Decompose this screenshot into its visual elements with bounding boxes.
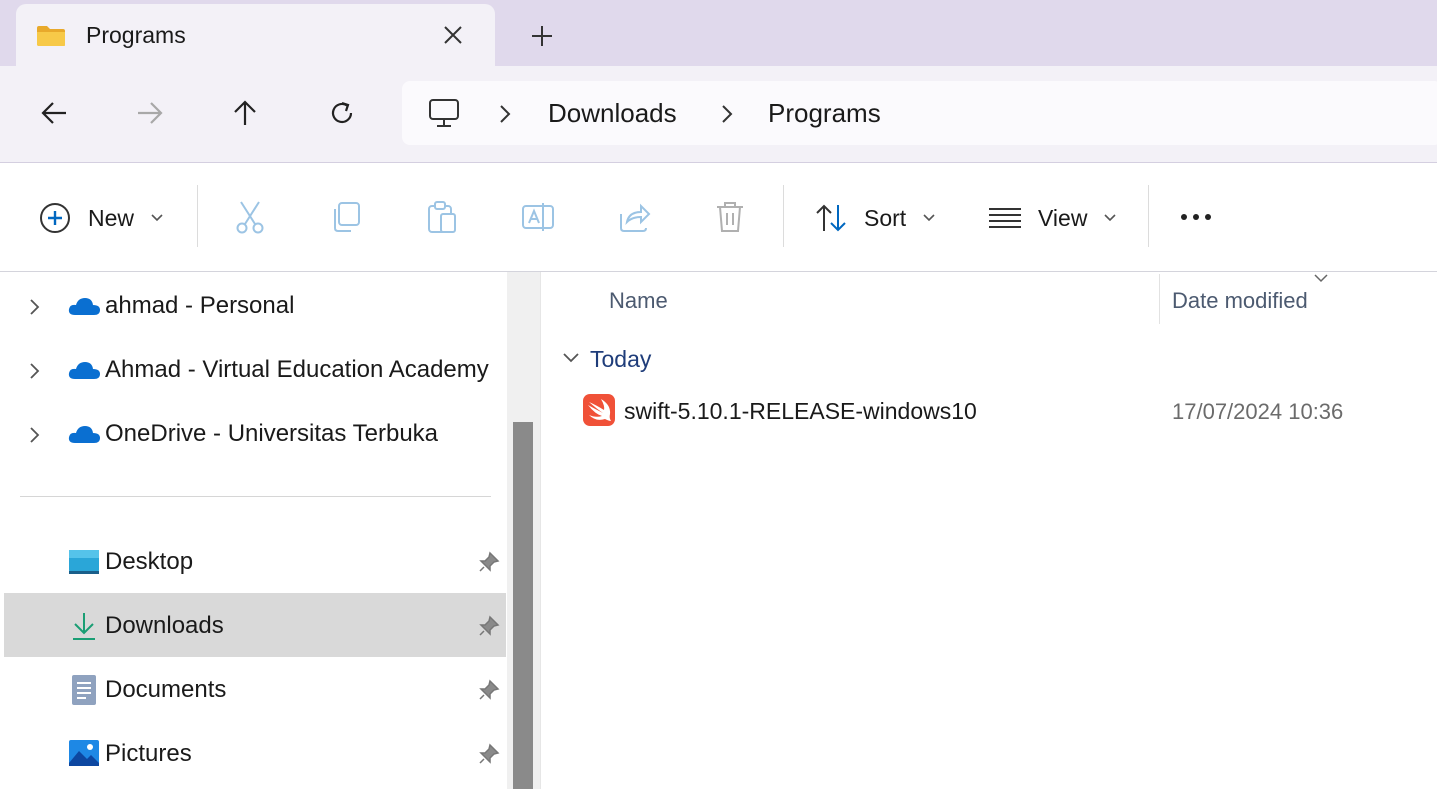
sidebar-item-onedrive-academy[interactable]: Ahmad - Virtual Education Academy <box>105 356 489 384</box>
sidebar-item-downloads[interactable]: Downloads <box>105 612 224 640</box>
download-icon <box>70 611 98 641</box>
desktop-icon <box>68 549 100 575</box>
chevron-down-icon <box>1104 214 1117 222</box>
sort-label: Sort <box>864 204 907 231</box>
breadcrumb-programs[interactable]: Programs <box>768 98 881 129</box>
sidebar-item-pictures[interactable]: Pictures <box>105 740 192 768</box>
cut-icon[interactable] <box>233 200 267 234</box>
view-list-icon <box>989 208 1021 228</box>
breadcrumb-downloads[interactable]: Downloads <box>548 98 677 129</box>
refresh-icon <box>331 101 353 124</box>
folder-icon <box>36 25 66 47</box>
chevron-down-icon <box>923 214 935 222</box>
pin-icon[interactable] <box>478 743 500 765</box>
up-arrow-icon <box>234 100 256 125</box>
this-pc-icon[interactable] <box>428 97 460 129</box>
expand-chevron-icon[interactable] <box>28 361 42 381</box>
documents-icon <box>71 674 97 706</box>
new-label: New <box>88 204 135 231</box>
sidebar-scrollbar-thumb[interactable] <box>513 422 533 789</box>
more-options-icon[interactable] <box>1178 210 1214 224</box>
sort-indicator-icon <box>1313 273 1329 283</box>
copy-icon[interactable] <box>329 200 363 234</box>
sidebar-item-documents[interactable]: Documents <box>105 676 226 704</box>
pin-icon[interactable] <box>478 551 500 573</box>
back-button[interactable] <box>34 93 74 133</box>
toolbar-divider <box>1148 185 1149 247</box>
pin-icon[interactable] <box>478 679 500 701</box>
chevron-right-icon[interactable] <box>497 103 513 125</box>
column-divider[interactable] <box>1159 274 1160 324</box>
column-header-date-modified[interactable]: Date modified <box>1172 288 1308 314</box>
collapse-group-icon[interactable] <box>562 351 580 365</box>
file-list <box>540 272 1437 789</box>
sort-button[interactable]: Sort <box>814 198 936 238</box>
column-header-name[interactable]: Name <box>609 288 668 314</box>
onedrive-icon <box>67 358 101 382</box>
file-name[interactable]: swift-5.10.1-RELEASE-windows10 <box>624 398 977 425</box>
onedrive-icon <box>67 422 101 446</box>
pin-icon[interactable] <box>478 615 500 637</box>
sidebar-item-onedrive-universitas[interactable]: OneDrive - Universitas Terbuka <box>105 420 438 448</box>
paste-icon[interactable] <box>425 200 459 234</box>
sidebar-divider <box>20 496 491 497</box>
view-label: View <box>1038 204 1088 231</box>
expand-chevron-icon[interactable] <box>28 425 42 445</box>
add-circle-icon <box>40 203 70 233</box>
sort-icon <box>816 204 846 232</box>
chevron-down-icon <box>151 214 163 222</box>
forward-arrow-icon <box>138 102 163 124</box>
toolbar-divider <box>783 185 784 247</box>
file-date-modified: 17/07/2024 10:36 <box>1172 399 1344 424</box>
back-arrow-icon <box>41 102 66 124</box>
navigation-pane <box>0 272 507 789</box>
sidebar-item-onedrive-personal[interactable]: ahmad - Personal <box>105 292 294 320</box>
sidebar-item-desktop[interactable]: Desktop <box>105 548 193 576</box>
up-button[interactable] <box>225 93 265 133</box>
new-tab-icon[interactable] <box>530 24 554 48</box>
chevron-right-icon[interactable] <box>719 103 735 125</box>
pictures-icon <box>68 739 100 767</box>
onedrive-icon <box>67 294 101 318</box>
tab-title: Programs <box>86 22 186 48</box>
group-header-today[interactable]: Today <box>590 346 651 373</box>
toolbar-divider <box>197 185 198 247</box>
expand-chevron-icon[interactable] <box>28 297 42 317</box>
forward-button[interactable] <box>130 93 170 133</box>
swift-icon <box>583 394 615 426</box>
view-button[interactable]: View <box>988 198 1117 238</box>
delete-icon[interactable] <box>713 200 747 234</box>
rename-icon[interactable] <box>521 200 555 234</box>
new-button[interactable]: New <box>38 198 164 238</box>
refresh-button[interactable] <box>322 93 362 133</box>
share-icon[interactable] <box>617 200 651 234</box>
close-tab-icon[interactable] <box>442 24 464 46</box>
